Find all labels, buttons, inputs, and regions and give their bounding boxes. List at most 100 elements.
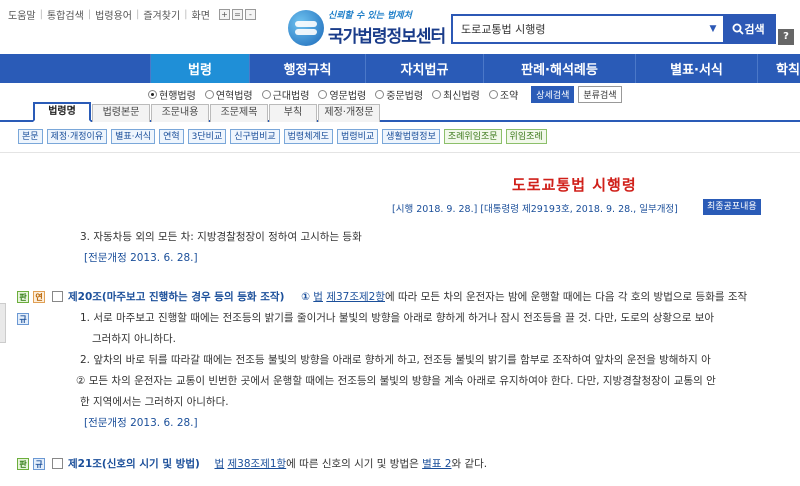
radio-label: 최신법령 bbox=[443, 91, 480, 102]
radio-historical-laws[interactable]: 연혁법령 bbox=[204, 87, 253, 102]
law-title: 도로교통법 시행령 bbox=[512, 176, 637, 194]
tool-amendment-reason[interactable]: 제정·개정이유 bbox=[46, 129, 108, 144]
logo-name: 국가법령정보센터 bbox=[328, 27, 446, 47]
logo-emblem-icon bbox=[288, 9, 324, 46]
tool-3-way-compare[interactable]: 3단비교 bbox=[187, 129, 227, 144]
search-box: ▼ 검색 bbox=[451, 14, 776, 44]
tool-history[interactable]: 연혁 bbox=[159, 129, 184, 144]
tool-law-hierarchy[interactable]: 법령체계도 bbox=[283, 129, 334, 144]
law-link[interactable]: 법 bbox=[313, 291, 323, 303]
tool-life-law-info[interactable]: 생활법령정보 bbox=[382, 129, 440, 144]
radio-label: 근대법령 bbox=[272, 91, 310, 102]
main-nav: 법령 행정규칙 자치법규 판례·해석례등 별표·서식 학칙 bbox=[0, 54, 800, 83]
radio-treaties[interactable]: 조약 bbox=[488, 87, 519, 102]
radio-label: 현행법령 bbox=[159, 91, 196, 102]
nav-school-rules[interactable]: 학칙 bbox=[757, 54, 800, 83]
law-link[interactable]: 법 bbox=[214, 458, 224, 470]
radio-dot bbox=[432, 90, 442, 99]
side-panel-toggle[interactable] bbox=[0, 303, 6, 343]
tool-law-compare[interactable]: 법령비교 bbox=[337, 129, 379, 144]
divider bbox=[0, 152, 800, 153]
article-20-paragraph-2-cont: 한 지역에서는 그러하지 아니하다. bbox=[80, 396, 229, 408]
rules-badge[interactable]: 규 bbox=[17, 313, 29, 325]
radio-chinese-laws[interactable]: 중문법령 bbox=[375, 87, 423, 102]
nav-precedents[interactable]: 판례·해석례등 bbox=[483, 54, 635, 83]
tool-delegated-ordinances[interactable]: 위임조례 bbox=[505, 129, 547, 144]
screen-label: 화면 bbox=[191, 11, 210, 22]
article-20-text: 에 따라 모든 차의 운전자는 밤에 운행할 때에는 다음 각 호의 방법으로 … bbox=[385, 291, 748, 303]
article-20-item-1: 1. 서로 마주보고 진행할 때에는 전조등의 밝기를 줄이거나 불빛의 방향을… bbox=[80, 312, 715, 324]
search-button[interactable]: 검색 bbox=[723, 16, 774, 42]
annex-table-link[interactable]: 별표 2 bbox=[422, 458, 451, 470]
logo-tagline: 신뢰할 수 있는 법제처 bbox=[328, 11, 412, 21]
article-21-title: 제21조(신호의 시기 및 방법) bbox=[68, 458, 200, 470]
category-search-button[interactable]: 분류검색 bbox=[578, 86, 622, 103]
radio-english-laws[interactable]: 영문법령 bbox=[318, 87, 366, 102]
promulgation-info: [시행 2018. 9. 28.] [대통령령 제29193호, 2018. 9… bbox=[392, 204, 678, 215]
radio-dot bbox=[261, 90, 271, 99]
paragraph-mark: ① bbox=[301, 291, 310, 303]
integrated-search-link[interactable]: 통합검색 bbox=[43, 7, 88, 22]
site-logo[interactable]: 신뢰할 수 있는 법제처 국가법령정보센터 bbox=[288, 8, 446, 47]
article-checkbox[interactable] bbox=[52, 458, 63, 469]
radio-dot bbox=[204, 90, 214, 99]
tab-law-name[interactable]: 법령명 bbox=[33, 102, 91, 122]
precedent-badge[interactable]: 판 bbox=[17, 458, 29, 470]
nav-local-laws[interactable]: 자치법규 bbox=[365, 54, 483, 83]
radio-dot bbox=[375, 90, 385, 99]
article-20-heading: 제20조(마주보고 진행하는 경우 등의 등화 조작) ① 법 제37조제2항에… bbox=[68, 289, 747, 304]
article-21-tail: 와 같다. bbox=[451, 458, 488, 470]
search-icon bbox=[732, 23, 745, 35]
nav-laws[interactable]: 법령 bbox=[150, 54, 249, 83]
article-20-item-1-cont: 그러하지 아니하다. bbox=[92, 333, 176, 345]
favorites-link[interactable]: 즐겨찾기 bbox=[139, 7, 184, 22]
legal-terms-link[interactable]: 법령용어 bbox=[91, 7, 136, 22]
search-scope-tabs: 법령명 법령본문 조문내용 조문제목 부칙 제정·개정문 bbox=[0, 102, 800, 122]
search-dropdown-icon[interactable]: ▼ bbox=[703, 16, 723, 42]
tool-ordinance-delegated-articles[interactable]: 조례위임조문 bbox=[443, 129, 502, 144]
search-input[interactable] bbox=[453, 16, 703, 42]
zoom-reset-button[interactable]: = bbox=[231, 9, 243, 20]
article-reference-link[interactable]: 제37조제2항 bbox=[326, 291, 385, 303]
latest-promulgation-button[interactable]: 최종공포내용 bbox=[703, 199, 761, 215]
logo-text: 신뢰할 수 있는 법제처 국가법령정보센터 bbox=[328, 8, 446, 47]
help-link[interactable]: 도움말 bbox=[4, 7, 40, 22]
radio-modern-laws[interactable]: 근대법령 bbox=[261, 87, 310, 102]
article-20-paragraph-2: ② 모든 차의 운전자는 교통이 빈번한 곳에서 운행할 때에는 전조등의 불빛… bbox=[76, 375, 716, 387]
tab-article-title[interactable]: 조문제목 bbox=[210, 104, 268, 122]
zoom-out-button[interactable]: - bbox=[244, 9, 256, 20]
detail-search-button[interactable]: 상세검색 bbox=[531, 86, 575, 103]
radio-label: 연혁법령 bbox=[215, 91, 253, 102]
amendment-note: [전문개정 2013. 6. 28.] bbox=[84, 417, 198, 429]
radio-label: 중문법령 bbox=[386, 91, 424, 102]
search-button-label: 검색 bbox=[744, 23, 765, 36]
article-20-title: 제20조(마주보고 진행하는 경우 등의 등화 조작) bbox=[68, 291, 285, 303]
radio-latest-laws[interactable]: 최신법령 bbox=[432, 87, 480, 102]
zoom-controls: + = - bbox=[217, 9, 256, 20]
article-checkbox[interactable] bbox=[52, 291, 63, 302]
tab-law-body[interactable]: 법령본문 bbox=[92, 104, 150, 122]
law-tools: 본문 제정·개정이유 별표·서식 연혁 3단비교 신구법비교 법령체계도 법령비… bbox=[18, 129, 551, 144]
tab-article-content[interactable]: 조문내용 bbox=[151, 104, 209, 122]
law-type-filter: 현행법령 연혁법령 근대법령 영문법령 중문법령 최신법령 조약 상세검색 분류… bbox=[148, 86, 622, 103]
tool-tables-forms[interactable]: 별표·서식 bbox=[111, 129, 156, 144]
nav-admin-rules[interactable]: 행정규칙 bbox=[249, 54, 365, 83]
article-21-heading: 제21조(신호의 시기 및 방법) 법 제38조제1항에 따른 신호의 시기 및… bbox=[68, 456, 487, 471]
article-20-item-2: 2. 앞차의 바로 뒤를 따라갈 때에는 전조등 불빛의 방향을 아래로 향하게… bbox=[80, 354, 711, 366]
tool-body[interactable]: 본문 bbox=[18, 129, 43, 144]
zoom-in-button[interactable]: + bbox=[218, 9, 230, 20]
tool-old-new-compare[interactable]: 신구법비교 bbox=[230, 129, 280, 144]
precedent-badge[interactable]: 판 bbox=[17, 291, 29, 303]
help-icon[interactable]: ? bbox=[778, 29, 794, 45]
article-21-text: 에 따른 신호의 시기 및 방법은 bbox=[286, 458, 419, 470]
tab-addenda[interactable]: 부칙 bbox=[269, 104, 317, 122]
article-reference-link[interactable]: 제38조제1항 bbox=[227, 458, 286, 470]
radio-dot bbox=[148, 90, 157, 99]
radio-label: 조약 bbox=[499, 91, 519, 102]
tab-enactment-amendment[interactable]: 제정·개정문 bbox=[318, 104, 380, 122]
rules-badge[interactable]: 규 bbox=[33, 458, 45, 470]
radio-current-laws[interactable]: 현행법령 bbox=[148, 87, 196, 102]
radio-dot bbox=[488, 90, 498, 99]
nav-tables-forms[interactable]: 별표·서식 bbox=[635, 54, 757, 83]
history-badge[interactable]: 연 bbox=[33, 291, 45, 303]
